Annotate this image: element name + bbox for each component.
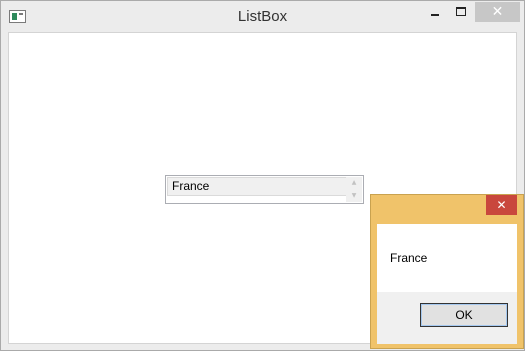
close-icon: ✕ — [491, 4, 504, 20]
close-icon: ✕ — [496, 198, 507, 212]
close-button[interactable]: ✕ — [475, 2, 520, 22]
minimize-button[interactable] — [421, 2, 448, 22]
maximize-button[interactable] — [448, 2, 475, 22]
scroll-up-arrow-icon[interactable]: ▲ — [346, 177, 362, 189]
message-box-close-button[interactable]: ✕ — [486, 195, 517, 215]
ok-button[interactable]: OK — [420, 303, 508, 327]
scroll-down-arrow-icon[interactable]: ▼ — [346, 190, 362, 202]
country-listbox[interactable]: France ▲ ▼ — [165, 175, 364, 204]
message-box-dialog: ✕ France OK — [370, 194, 524, 349]
listbox-item-france[interactable]: France — [167, 177, 347, 196]
message-box-footer: OK — [377, 292, 517, 344]
title-bar[interactable]: ListBox ✕ — [1, 1, 524, 32]
message-box-content: France — [377, 224, 517, 292]
message-text: France — [390, 251, 428, 265]
listbox-scrollbar[interactable]: ▲ ▼ — [346, 177, 362, 202]
maximize-icon — [456, 7, 466, 16]
minimize-icon — [431, 14, 439, 16]
